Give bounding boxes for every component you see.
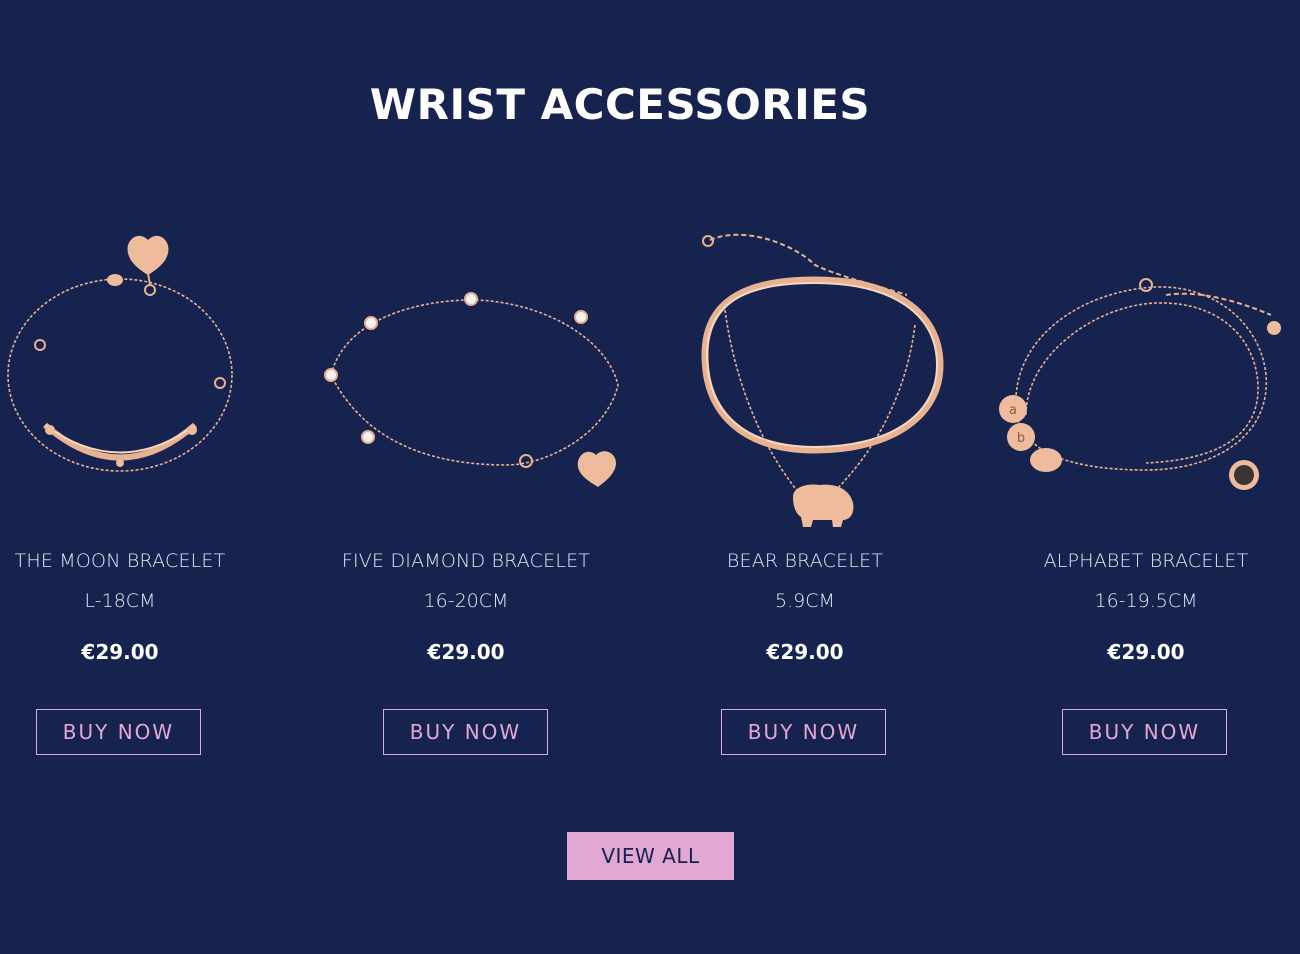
product-card: FIVE DIAMOND BRACELET 16-20CM €29.00 BUY… <box>306 215 626 755</box>
buy-now-button[interactable]: BUY NOW <box>36 709 201 755</box>
product-card: a b ALPHABET BRACELET 16-19.5CM €29.00 B… <box>986 215 1300 755</box>
bear-bracelet-image[interactable] <box>645 215 965 535</box>
product-price: €29.00 <box>1107 640 1185 664</box>
product-name: THE MOON BRACELET <box>14 550 226 572</box>
product-card: BEAR BRACELET 5.9CM €29.00 BUY NOW <box>645 215 965 755</box>
svg-text:b: b <box>1017 431 1025 446</box>
product-name: ALPHABET BRACELET <box>1043 550 1249 572</box>
product-size: 16-20CM <box>423 590 509 612</box>
alphabet-bracelet-image[interactable]: a b <box>986 215 1300 535</box>
five-diamond-bracelet-image[interactable] <box>306 215 626 535</box>
svg-text:a: a <box>1009 403 1017 418</box>
buy-now-button[interactable]: BUY NOW <box>1062 709 1227 755</box>
product-name: BEAR BRACELET <box>726 550 884 572</box>
product-card: THE MOON BRACELET L-18CM €29.00 BUY NOW <box>0 215 280 755</box>
buy-now-button[interactable]: BUY NOW <box>721 709 886 755</box>
buy-now-button[interactable]: BUY NOW <box>383 709 548 755</box>
product-size: 16-19.5CM <box>1094 590 1198 612</box>
product-price: €29.00 <box>427 640 505 664</box>
section-title: WRIST ACCESSORIES <box>369 80 871 129</box>
product-size: 5.9CM <box>775 590 835 612</box>
moon-bracelet-image[interactable] <box>0 215 280 535</box>
product-price: €29.00 <box>81 640 159 664</box>
product-name: FIVE DIAMOND BRACELET <box>341 550 591 572</box>
product-size: L-18CM <box>84 590 156 612</box>
view-all-button[interactable]: VIEW ALL <box>567 832 734 880</box>
product-price: €29.00 <box>766 640 844 664</box>
